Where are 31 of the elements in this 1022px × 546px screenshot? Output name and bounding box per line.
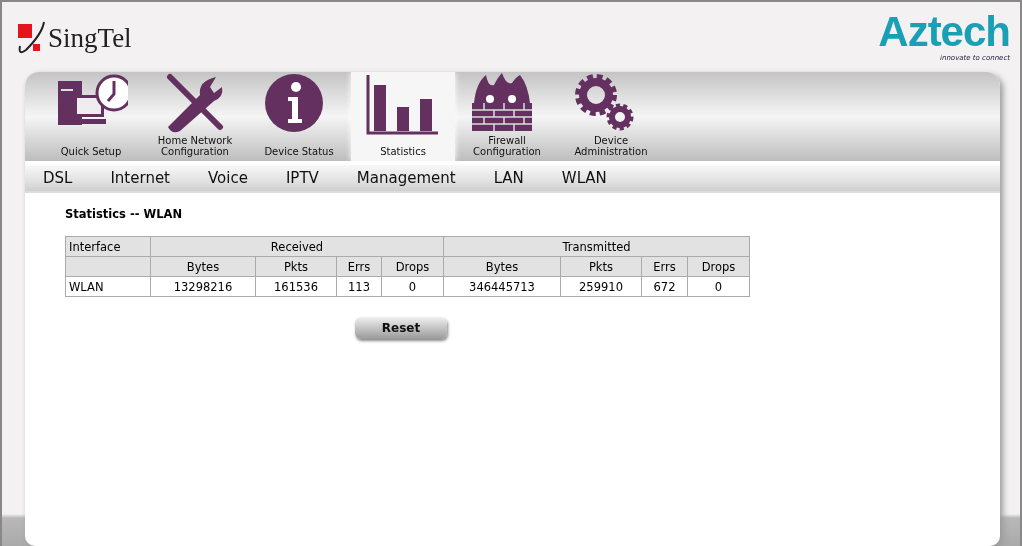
table-cell: 346445713 bbox=[443, 276, 561, 297]
column-header: Transmitted bbox=[443, 236, 750, 257]
table-cell: 0 bbox=[381, 276, 444, 297]
menu-link[interactable]: DSL bbox=[43, 169, 73, 187]
menu-link[interactable]: Internet bbox=[110, 169, 170, 187]
column-header: Interface bbox=[65, 236, 151, 257]
table-cell: 672 bbox=[641, 276, 688, 297]
bar-chart-icon bbox=[366, 73, 440, 135]
nav-tab[interactable]: Firewall Configuration bbox=[455, 72, 559, 161]
menu-link[interactable]: Management bbox=[356, 169, 456, 187]
menu-link[interactable]: LAN bbox=[493, 169, 524, 187]
menu-link[interactable]: WLAN bbox=[561, 169, 607, 187]
reset-button[interactable]: Reset bbox=[355, 317, 447, 339]
page-title: Statistics -- WLAN bbox=[65, 207, 184, 221]
singtel-logo-icon bbox=[16, 20, 46, 56]
brand-name: Aztech bbox=[878, 10, 1010, 54]
nav-tab[interactable]: Quick Setup bbox=[39, 72, 143, 161]
column-header: Received bbox=[150, 236, 444, 257]
table-cell: WLAN bbox=[65, 276, 151, 297]
table-cell: 0 bbox=[687, 276, 750, 297]
brand-name: SingTel bbox=[48, 22, 132, 54]
table-cell: 161536 bbox=[255, 276, 337, 297]
table-cell: 113 bbox=[336, 276, 382, 297]
table-cell: 259910 bbox=[560, 276, 642, 297]
nav-tab[interactable]: Device Status bbox=[247, 72, 351, 161]
table-cell: 13298216 bbox=[150, 276, 256, 297]
nav-tab[interactable]: Home Network Configuration bbox=[143, 72, 247, 161]
menu-link[interactable]: IPTV bbox=[285, 169, 319, 187]
nav-tab[interactable]: Device Administration bbox=[559, 72, 663, 161]
nav-tab[interactable]: Statistics bbox=[351, 72, 455, 161]
menu-link[interactable]: Voice bbox=[208, 169, 248, 187]
